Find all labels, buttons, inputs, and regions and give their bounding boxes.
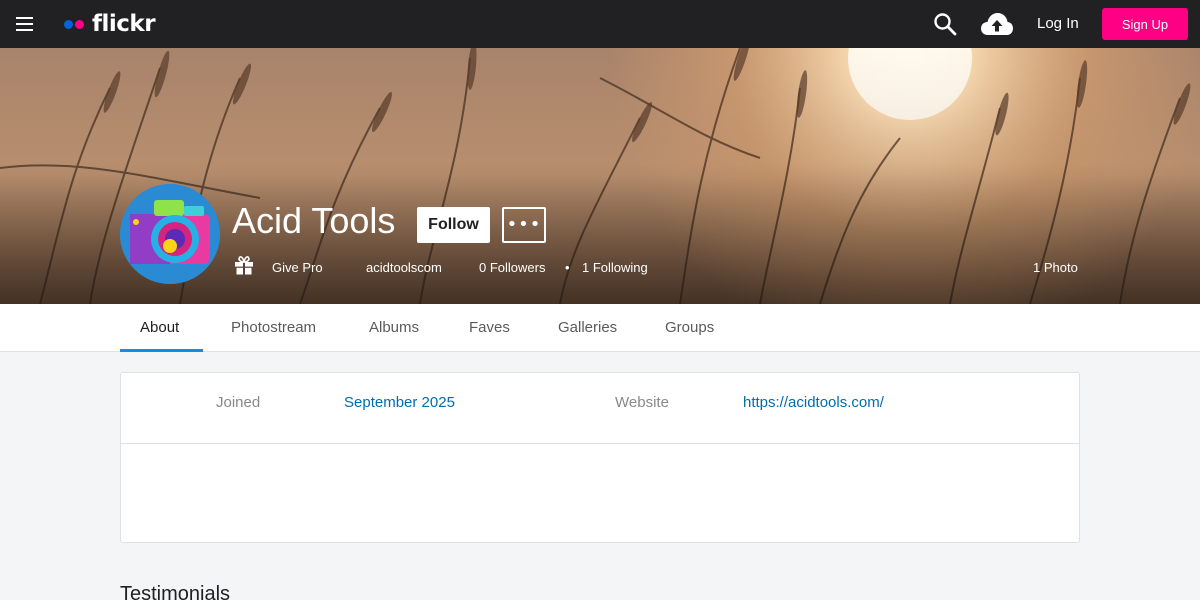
- login-link[interactable]: Log In: [1037, 15, 1079, 32]
- tab-galleries[interactable]: Galleries: [558, 319, 617, 336]
- gift-icon[interactable]: [234, 255, 254, 275]
- top-navigation-bar: flickr Log In Sign Up: [0, 0, 1200, 48]
- followers-link[interactable]: 0 Followers: [479, 260, 545, 275]
- photo-count: 1 Photo: [1033, 260, 1078, 275]
- tab-groups[interactable]: Groups: [665, 319, 714, 336]
- active-tab-indicator: [120, 349, 203, 352]
- username: acidtoolscom: [366, 260, 442, 275]
- joined-label: Joined: [216, 394, 261, 411]
- profile-name: Acid Tools: [232, 200, 396, 241]
- tab-albums[interactable]: Albums: [369, 319, 419, 336]
- profile-avatar[interactable]: [120, 184, 220, 284]
- cover-photo: Acid Tools Follow ••• Give Pro acidtools…: [0, 48, 1200, 304]
- search-icon[interactable]: [933, 12, 957, 36]
- tab-about[interactable]: About: [140, 319, 179, 336]
- about-card: Joined September 2025 Website https://ac…: [120, 372, 1080, 543]
- website-link[interactable]: https://acidtools.com/: [743, 394, 884, 411]
- give-pro-link[interactable]: Give Pro: [272, 260, 323, 275]
- signup-button[interactable]: Sign Up: [1102, 8, 1188, 40]
- follow-button[interactable]: Follow: [417, 207, 490, 243]
- joined-value: September 2025: [344, 394, 455, 411]
- tab-photostream[interactable]: Photostream: [231, 319, 316, 336]
- tab-faves[interactable]: Faves: [469, 319, 510, 336]
- more-options-button[interactable]: •••: [502, 207, 546, 243]
- cloud-upload-icon[interactable]: [980, 11, 1014, 37]
- following-link[interactable]: 1 Following: [582, 260, 648, 275]
- profile-tabs: About Photostream Albums Faves Galleries…: [0, 304, 1200, 352]
- card-divider: [121, 443, 1079, 444]
- flickr-logo[interactable]: flickr: [64, 10, 156, 38]
- website-label: Website: [615, 394, 669, 411]
- testimonials-heading: Testimonials: [120, 583, 231, 600]
- hamburger-menu-icon[interactable]: [16, 17, 33, 31]
- stats-separator: •: [565, 260, 570, 275]
